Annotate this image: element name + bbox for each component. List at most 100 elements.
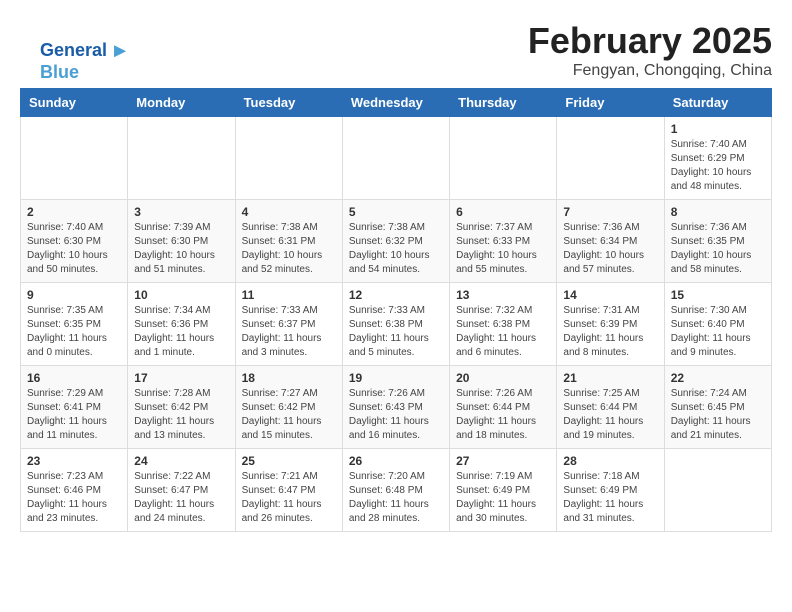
logo-arrow-icon xyxy=(114,45,126,57)
calendar-header-row: Sunday Monday Tuesday Wednesday Thursday… xyxy=(21,89,772,117)
day-number: 19 xyxy=(349,371,443,385)
table-row: 12 Sunrise: 7:33 AM Sunset: 6:38 PM Dayli… xyxy=(342,283,449,366)
table-row: 8 Sunrise: 7:36 AM Sunset: 6:35 PM Daylig… xyxy=(664,200,771,283)
table-row: 25Sunrise: 7:21 AM Sunset: 6:47 PM Dayli… xyxy=(235,449,342,532)
day-number: 12 xyxy=(349,288,443,302)
day-number: 13 xyxy=(456,288,550,302)
day-info: Sunrise: 7:37 AM Sunset: 6:33 PM Dayligh… xyxy=(456,221,550,277)
table-row: 1Sunrise: 7:40 AM Sunset: 6:29 PM Daylig… xyxy=(664,117,771,200)
day-info: Sunrise: 7:40 AM Sunset: 6:30 PM Dayligh… xyxy=(27,221,121,277)
table-row xyxy=(557,117,664,200)
table-row: 13 Sunrise: 7:32 AM Sunset: 6:38 PM Dayli… xyxy=(450,283,557,366)
table-row: 15 Sunrise: 7:30 AM Sunset: 6:40 PM Dayli… xyxy=(664,283,771,366)
day-number: 2 xyxy=(27,205,121,219)
table-row: 4Sunrise: 7:38 AM Sunset: 6:31 PM Daylig… xyxy=(235,200,342,283)
day-number: 16 xyxy=(27,371,121,385)
col-wednesday: Wednesday xyxy=(342,89,449,117)
day-number: 23 xyxy=(27,454,121,468)
table-row: 7Sunrise: 7:36 AM Sunset: 6:34 PM Daylig… xyxy=(557,200,664,283)
day-number: 22 xyxy=(671,371,765,385)
calendar-table: Sunday Monday Tuesday Wednesday Thursday… xyxy=(20,88,772,532)
day-number: 27 xyxy=(456,454,550,468)
calendar-week-row: 2 Sunrise: 7:40 AM Sunset: 6:30 PM Daylig… xyxy=(21,200,772,283)
day-number: 10 xyxy=(134,288,228,302)
table-row: 20 Sunrise: 7:26 AM Sunset: 6:44 PM Dayli… xyxy=(450,366,557,449)
day-info: Sunrise: 7:34 AM Sunset: 6:36 PM Dayligh… xyxy=(134,304,228,360)
logo-text: General Blue xyxy=(40,40,126,83)
day-info: Sunrise: 7:33 AM Sunset: 6:38 PM Dayligh… xyxy=(349,304,443,360)
day-info: Sunrise: 7:36 AM Sunset: 6:35 PM Dayligh… xyxy=(671,221,765,277)
day-info: Sunrise: 7:31 AM Sunset: 6:39 PM Dayligh… xyxy=(563,304,657,360)
day-number: 18 xyxy=(242,371,336,385)
location-subtitle: Fengyan, Chongqing, China xyxy=(20,62,772,80)
day-info: Sunrise: 7:35 AM Sunset: 6:35 PM Dayligh… xyxy=(27,304,121,360)
day-number: 9 xyxy=(27,288,121,302)
col-thursday: Thursday xyxy=(450,89,557,117)
table-row: 19 Sunrise: 7:26 AM Sunset: 6:43 PM Dayli… xyxy=(342,366,449,449)
day-info: Sunrise: 7:22 AM Sunset: 6:47 PM Dayligh… xyxy=(134,470,228,526)
table-row: 21 Sunrise: 7:25 AM Sunset: 6:44 PM Dayli… xyxy=(557,366,664,449)
day-number: 21 xyxy=(563,371,657,385)
table-row: 23 Sunrise: 7:23 AM Sunset: 6:46 PM Dayli… xyxy=(21,449,128,532)
table-row: 28Sunrise: 7:18 AM Sunset: 6:49 PM Dayli… xyxy=(557,449,664,532)
day-info: Sunrise: 7:30 AM Sunset: 6:40 PM Dayligh… xyxy=(671,304,765,360)
table-row: 6 Sunrise: 7:37 AM Sunset: 6:33 PM Daylig… xyxy=(450,200,557,283)
calendar-body: 1Sunrise: 7:40 AM Sunset: 6:29 PM Daylig… xyxy=(21,117,772,532)
table-row: 3 Sunrise: 7:39 AM Sunset: 6:30 PM Daylig… xyxy=(128,200,235,283)
day-number: 15 xyxy=(671,288,765,302)
day-number: 26 xyxy=(349,454,443,468)
logo-line2: Blue xyxy=(40,62,79,82)
day-info: Sunrise: 7:23 AM Sunset: 6:46 PM Dayligh… xyxy=(27,470,121,526)
table-row: 22Sunrise: 7:24 AM Sunset: 6:45 PM Dayli… xyxy=(664,366,771,449)
day-number: 7 xyxy=(563,205,657,219)
logo-line1: General xyxy=(40,40,107,60)
table-row: 18 Sunrise: 7:27 AM Sunset: 6:42 PM Dayli… xyxy=(235,366,342,449)
calendar-week-row: 9 Sunrise: 7:35 AM Sunset: 6:35 PM Daylig… xyxy=(21,283,772,366)
table-row: 17 Sunrise: 7:28 AM Sunset: 6:42 PM Dayli… xyxy=(128,366,235,449)
calendar-week-row: 16 Sunrise: 7:29 AM Sunset: 6:41 PM Dayli… xyxy=(21,366,772,449)
col-friday: Friday xyxy=(557,89,664,117)
table-row xyxy=(664,449,771,532)
table-row: 24 Sunrise: 7:22 AM Sunset: 6:47 PM Dayli… xyxy=(128,449,235,532)
table-row xyxy=(128,117,235,200)
table-row xyxy=(235,117,342,200)
top-area: General Blue February 2025 Fengyan, Chon… xyxy=(20,20,772,80)
day-info: Sunrise: 7:29 AM Sunset: 6:41 PM Dayligh… xyxy=(27,387,121,443)
day-info: Sunrise: 7:20 AM Sunset: 6:48 PM Dayligh… xyxy=(349,470,443,526)
day-number: 5 xyxy=(349,205,443,219)
logo: General Blue xyxy=(40,40,126,83)
col-monday: Monday xyxy=(128,89,235,117)
month-year-title: February 2025 xyxy=(20,20,772,62)
day-info: Sunrise: 7:32 AM Sunset: 6:38 PM Dayligh… xyxy=(456,304,550,360)
day-number: 6 xyxy=(456,205,550,219)
day-info: Sunrise: 7:39 AM Sunset: 6:30 PM Dayligh… xyxy=(134,221,228,277)
table-row: 16 Sunrise: 7:29 AM Sunset: 6:41 PM Dayli… xyxy=(21,366,128,449)
day-number: 20 xyxy=(456,371,550,385)
day-info: Sunrise: 7:40 AM Sunset: 6:29 PM Dayligh… xyxy=(671,138,765,194)
day-info: Sunrise: 7:25 AM Sunset: 6:44 PM Dayligh… xyxy=(563,387,657,443)
calendar-header: February 2025 Fengyan, Chongqing, China xyxy=(20,20,772,80)
day-info: Sunrise: 7:26 AM Sunset: 6:44 PM Dayligh… xyxy=(456,387,550,443)
day-number: 3 xyxy=(134,205,228,219)
table-row: 27Sunrise: 7:19 AM Sunset: 6:49 PM Dayli… xyxy=(450,449,557,532)
day-number: 8 xyxy=(671,205,765,219)
day-info: Sunrise: 7:38 AM Sunset: 6:32 PM Dayligh… xyxy=(349,221,443,277)
calendar-week-row: 1Sunrise: 7:40 AM Sunset: 6:29 PM Daylig… xyxy=(21,117,772,200)
col-sunday: Sunday xyxy=(21,89,128,117)
table-row xyxy=(21,117,128,200)
day-info: Sunrise: 7:26 AM Sunset: 6:43 PM Dayligh… xyxy=(349,387,443,443)
table-row: 5 Sunrise: 7:38 AM Sunset: 6:32 PM Daylig… xyxy=(342,200,449,283)
day-info: Sunrise: 7:27 AM Sunset: 6:42 PM Dayligh… xyxy=(242,387,336,443)
col-saturday: Saturday xyxy=(664,89,771,117)
table-row xyxy=(342,117,449,200)
calendar-week-row: 23 Sunrise: 7:23 AM Sunset: 6:46 PM Dayli… xyxy=(21,449,772,532)
day-info: Sunrise: 7:28 AM Sunset: 6:42 PM Dayligh… xyxy=(134,387,228,443)
table-row: 2 Sunrise: 7:40 AM Sunset: 6:30 PM Daylig… xyxy=(21,200,128,283)
table-row: 9 Sunrise: 7:35 AM Sunset: 6:35 PM Daylig… xyxy=(21,283,128,366)
day-number: 4 xyxy=(242,205,336,219)
day-number: 11 xyxy=(242,288,336,302)
table-row xyxy=(450,117,557,200)
day-info: Sunrise: 7:18 AM Sunset: 6:49 PM Dayligh… xyxy=(563,470,657,526)
day-number: 17 xyxy=(134,371,228,385)
day-number: 24 xyxy=(134,454,228,468)
